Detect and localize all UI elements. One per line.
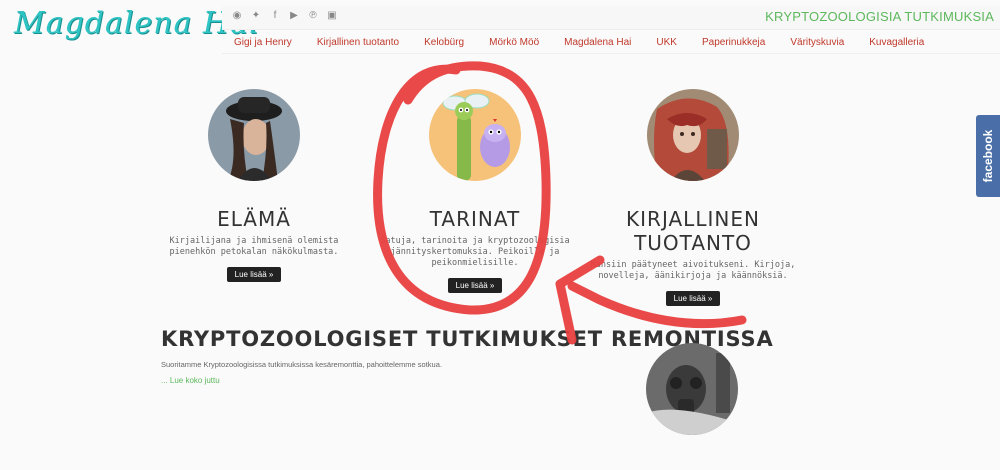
card-elama: ELÄMÄ Kirjailijana ja ihmisenä olemista …	[144, 89, 364, 282]
social-icons: ◉ ✦ f ▶ ℗ ▣	[232, 11, 337, 21]
site-tagline[interactable]: KRYPTOZOOLOGISIA TUTKIMUKSIA	[765, 9, 994, 24]
card-title: KIRJALLINEN TUOTANTO	[626, 207, 760, 255]
read-more-button[interactable]: Lue lisää »	[665, 291, 721, 306]
nav-item-ukk[interactable]: UKK	[656, 37, 677, 48]
nav-item-varityskuvia[interactable]: Värityskuvia	[790, 37, 844, 48]
nav-item-morko-moo[interactable]: Mörkö Möö	[489, 37, 539, 48]
nav-item-gigi-ja-henry[interactable]: Gigi ja Henry	[234, 37, 292, 48]
card-text: Kirjailijana ja ihmisenä olemista pieneh…	[169, 236, 339, 257]
card-text: Kansiin päätyneet aivoitukseni. Kirjoja,…	[590, 260, 796, 281]
read-full-post-link[interactable]: ... Lue koko juttu	[161, 376, 220, 385]
facebook-side-tab[interactable]: facebook	[976, 115, 1000, 197]
nav-item-kirjallinen-tuotanto[interactable]: Kirjallinen tuotanto	[317, 37, 399, 48]
read-more-button[interactable]: Lue lisää »	[226, 267, 282, 282]
portrait-photo[interactable]	[208, 89, 300, 181]
painted-girl-illustration[interactable]	[647, 89, 739, 181]
card-tarinat: TARINAT Satuja, tarinoita ja kryptozoolo…	[365, 89, 585, 293]
read-more-button[interactable]: Lue lisää »	[447, 278, 503, 293]
facebook-icon[interactable]: f	[270, 11, 280, 21]
youtube-icon[interactable]: ▶	[289, 11, 299, 21]
card-title: ELÄMÄ	[217, 207, 291, 231]
nav-item-kuvagalleria[interactable]: Kuvagalleria	[869, 37, 924, 48]
nav-item-keloburg[interactable]: Kelobürg	[424, 37, 464, 48]
card-kirjallinen-tuotanto: KIRJALLINEN TUOTANTO Kansiin päätyneet a…	[583, 89, 803, 306]
card-text: Satuja, tarinoita ja kryptozoologisia jä…	[380, 236, 570, 268]
twitter-icon[interactable]: ✦	[251, 11, 261, 21]
post-excerpt: Suoritamme Kryptozoologisissa tutkimuksi…	[161, 360, 442, 369]
linkedin-icon[interactable]: ▣	[327, 11, 337, 21]
post-thumbnail[interactable]	[646, 343, 738, 435]
rss-icon[interactable]: ◉	[232, 11, 242, 21]
card-title: TARINAT	[429, 207, 521, 231]
nav-item-magdalena-hai[interactable]: Magdalena Hai	[564, 37, 631, 48]
cartoon-illustration[interactable]	[429, 89, 521, 181]
main-nav: Gigi ja Henry Kirjallinen tuotanto Kelob…	[222, 32, 1000, 54]
pinterest-icon[interactable]: ℗	[308, 11, 318, 21]
top-bar: ◉ ✦ f ▶ ℗ ▣ KRYPTOZOOLOGISIA TUTKIMUKSIA	[222, 6, 1000, 30]
nav-item-paperinukkeja[interactable]: Paperinukkeja	[702, 37, 765, 48]
facebook-tab-label: facebook	[981, 129, 995, 183]
